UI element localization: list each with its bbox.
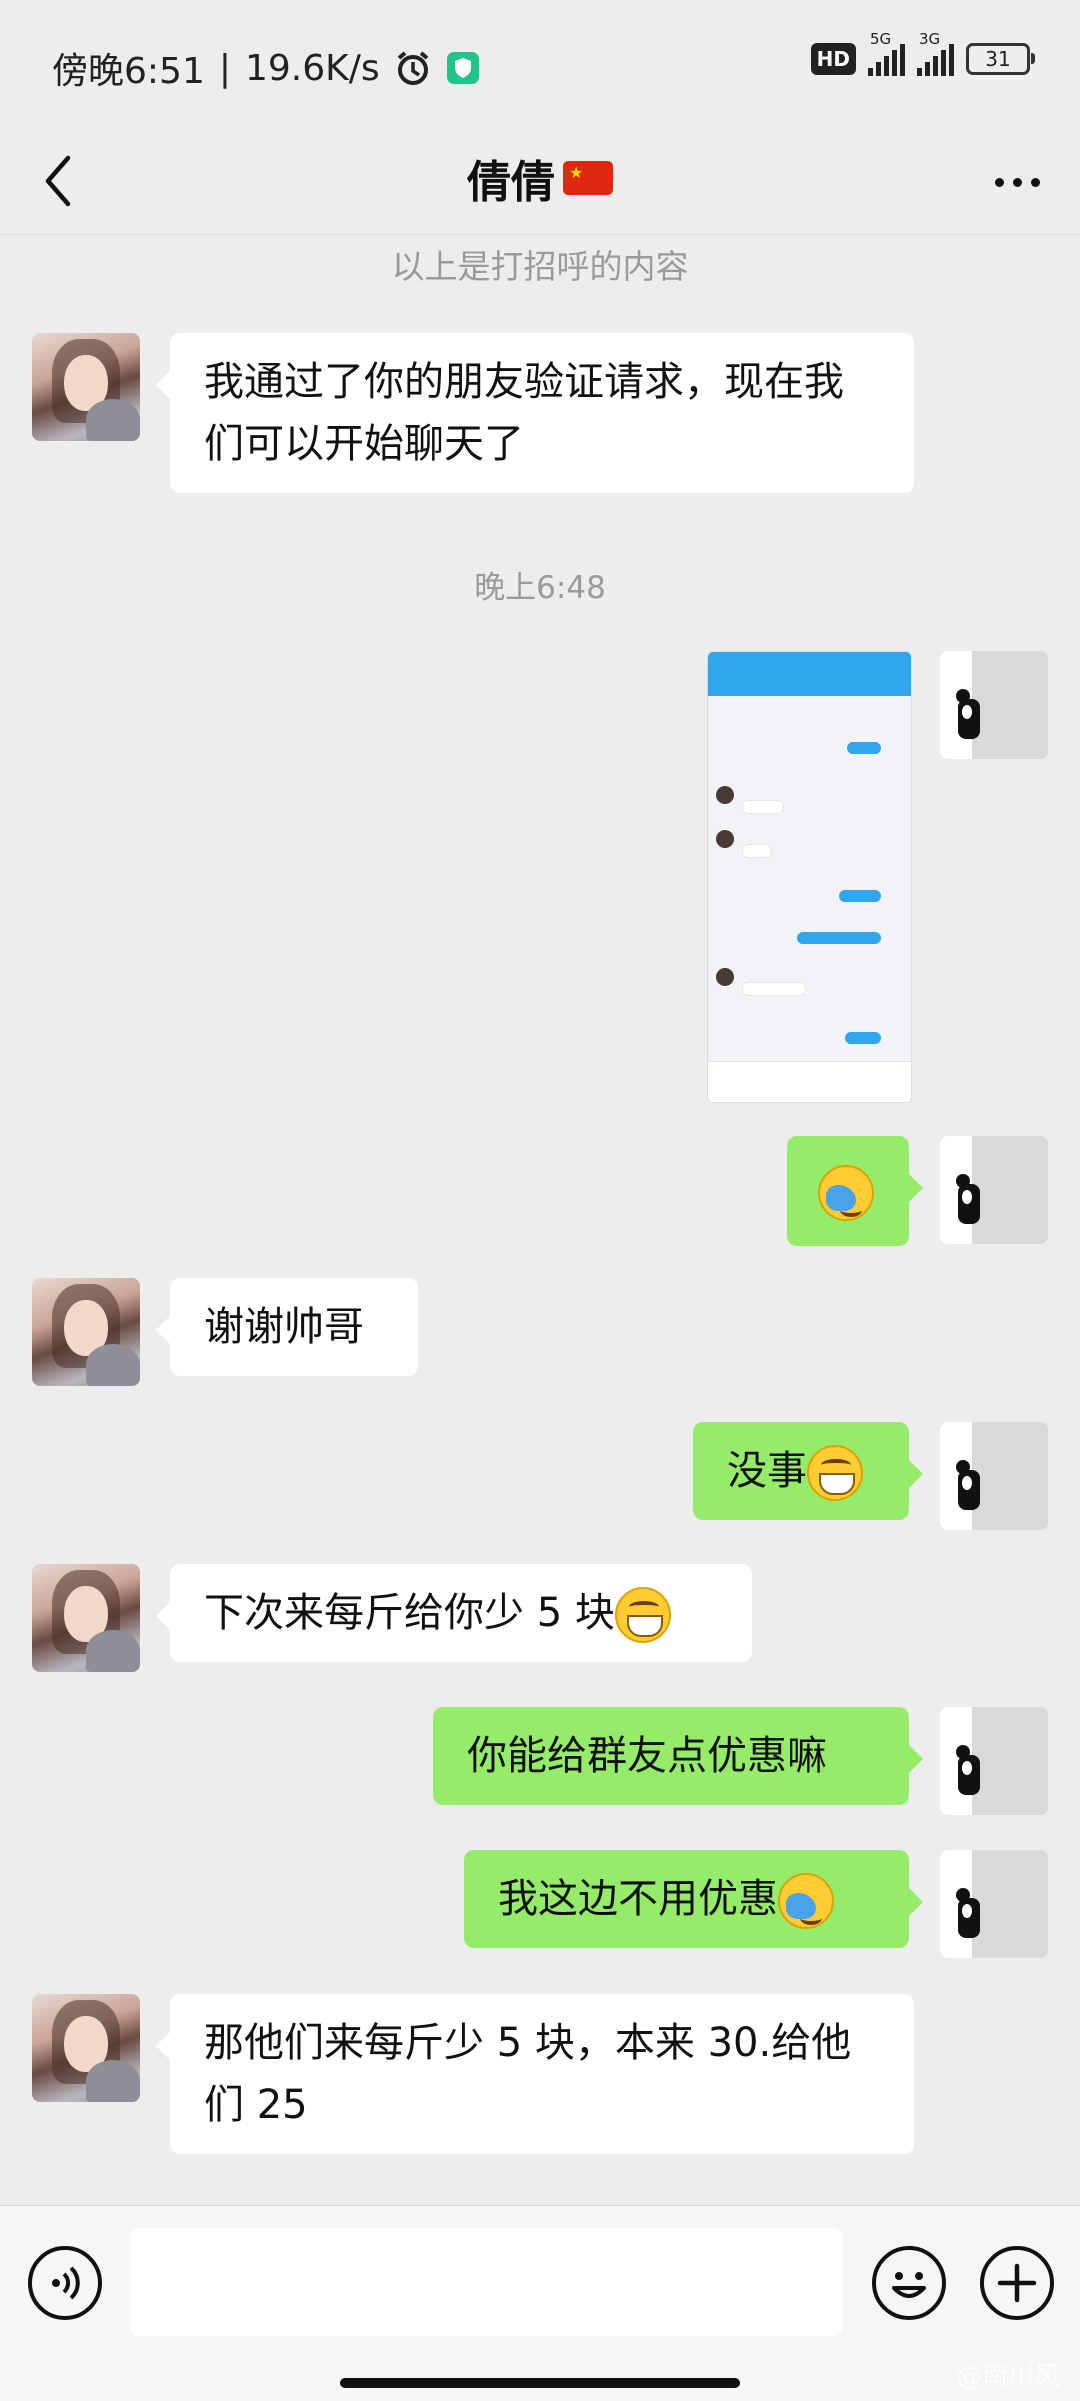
grin-emoji-icon — [807, 1445, 863, 1501]
message-bubble-outgoing[interactable]: 你能给群友点优惠嘛 — [433, 1707, 923, 1805]
hd-badge: HD — [810, 43, 856, 75]
china-flag-icon: ★ — [563, 161, 613, 195]
facepalm-emoji-icon — [818, 1165, 874, 1221]
facepalm-emoji-icon — [778, 1873, 834, 1929]
my-avatar[interactable] — [940, 1136, 1048, 1244]
grin-emoji-icon — [614, 1587, 671, 1643]
system-note: 以上是打招呼的内容 — [391, 247, 689, 286]
input-bar: @南川风 — [0, 2205, 1080, 2401]
message-bubble-outgoing[interactable]: 我这边不用优惠 — [464, 1850, 923, 1948]
dot-icon — [1030, 177, 1040, 187]
message-text: 谢谢帅哥 — [204, 1304, 364, 1350]
chat-title: 倩倩 ★ — [0, 146, 1080, 210]
message-timestamp: 晚上6:48 — [474, 570, 606, 606]
message-bubble-incoming[interactable]: 下次来每斤给你少 5 块 — [156, 1564, 752, 1662]
contact-name: 倩倩 — [467, 157, 555, 208]
image-header-bar — [708, 652, 911, 696]
battery-icon: 31 — [966, 43, 1035, 75]
message-text: 你能给群友点优惠嘛 — [467, 1733, 827, 1779]
signal-3g-icon: 3G — [917, 30, 954, 76]
dot-icon — [994, 177, 1004, 187]
status-separator: | — [218, 47, 231, 89]
message-bubble-incoming[interactable]: 那他们来每斤少 5 块，本来 30.给他们 25 — [156, 1994, 914, 2154]
watermark: @南川风 — [955, 2362, 1060, 2392]
chat-header: 倩倩 ★ — [0, 130, 1080, 235]
status-bar: 傍晚6:51 | 19.6K/s HD 5G 3G 31 — [0, 0, 1080, 130]
status-time: 傍晚6:51 — [52, 51, 205, 92]
voice-input-button[interactable] — [28, 2246, 102, 2320]
message-bubble-outgoing[interactable]: 没事 — [693, 1422, 923, 1520]
image-message[interactable] — [707, 651, 912, 1103]
message-text: 我通过了你的朋友验证请求，现在我们可以开始聊天了 — [204, 359, 844, 467]
image-input-bar — [708, 1061, 911, 1102]
message-text: 没事 — [727, 1448, 807, 1494]
status-left: 傍晚6:51 | 19.6K/s — [52, 42, 480, 94]
my-avatar[interactable] — [940, 1422, 1048, 1530]
plus-icon — [997, 2263, 1037, 2303]
message-text: 下次来每斤给你少 5 块 — [204, 1590, 615, 1636]
message-input[interactable] — [130, 2228, 842, 2336]
more-functions-button[interactable] — [980, 2246, 1054, 2320]
my-avatar[interactable] — [940, 1850, 1048, 1958]
message-text: 那他们来每斤少 5 块，本来 30.给他们 25 — [204, 2020, 852, 2128]
more-options-button[interactable] — [982, 152, 1052, 212]
security-shield-icon — [446, 52, 479, 84]
voice-icon — [52, 2266, 80, 2300]
status-net-speed: 19.6K/s — [244, 47, 380, 89]
contact-avatar[interactable] — [32, 1994, 140, 2102]
smiley-icon — [892, 2272, 926, 2298]
message-bubble-outgoing[interactable] — [787, 1136, 923, 1246]
emoji-button[interactable] — [872, 2246, 946, 2320]
alarm-icon — [397, 51, 428, 85]
contact-avatar[interactable] — [32, 1564, 140, 1672]
my-avatar[interactable] — [940, 1707, 1048, 1815]
home-indicator[interactable] — [340, 2378, 740, 2388]
contact-avatar[interactable] — [32, 1278, 140, 1386]
dot-icon — [1012, 177, 1022, 187]
status-right: HD 5G 3G 31 — [810, 30, 1035, 76]
my-avatar[interactable] — [940, 651, 1048, 759]
battery-level: 31 — [985, 47, 1011, 71]
message-bubble-incoming[interactable]: 我通过了你的朋友验证请求，现在我们可以开始聊天了 — [156, 333, 914, 493]
contact-avatar[interactable] — [32, 333, 140, 441]
message-text: 我这边不用优惠 — [498, 1876, 778, 1922]
signal-5g-icon: 5G — [868, 30, 905, 76]
message-bubble-incoming[interactable]: 谢谢帅哥 — [156, 1278, 418, 1376]
